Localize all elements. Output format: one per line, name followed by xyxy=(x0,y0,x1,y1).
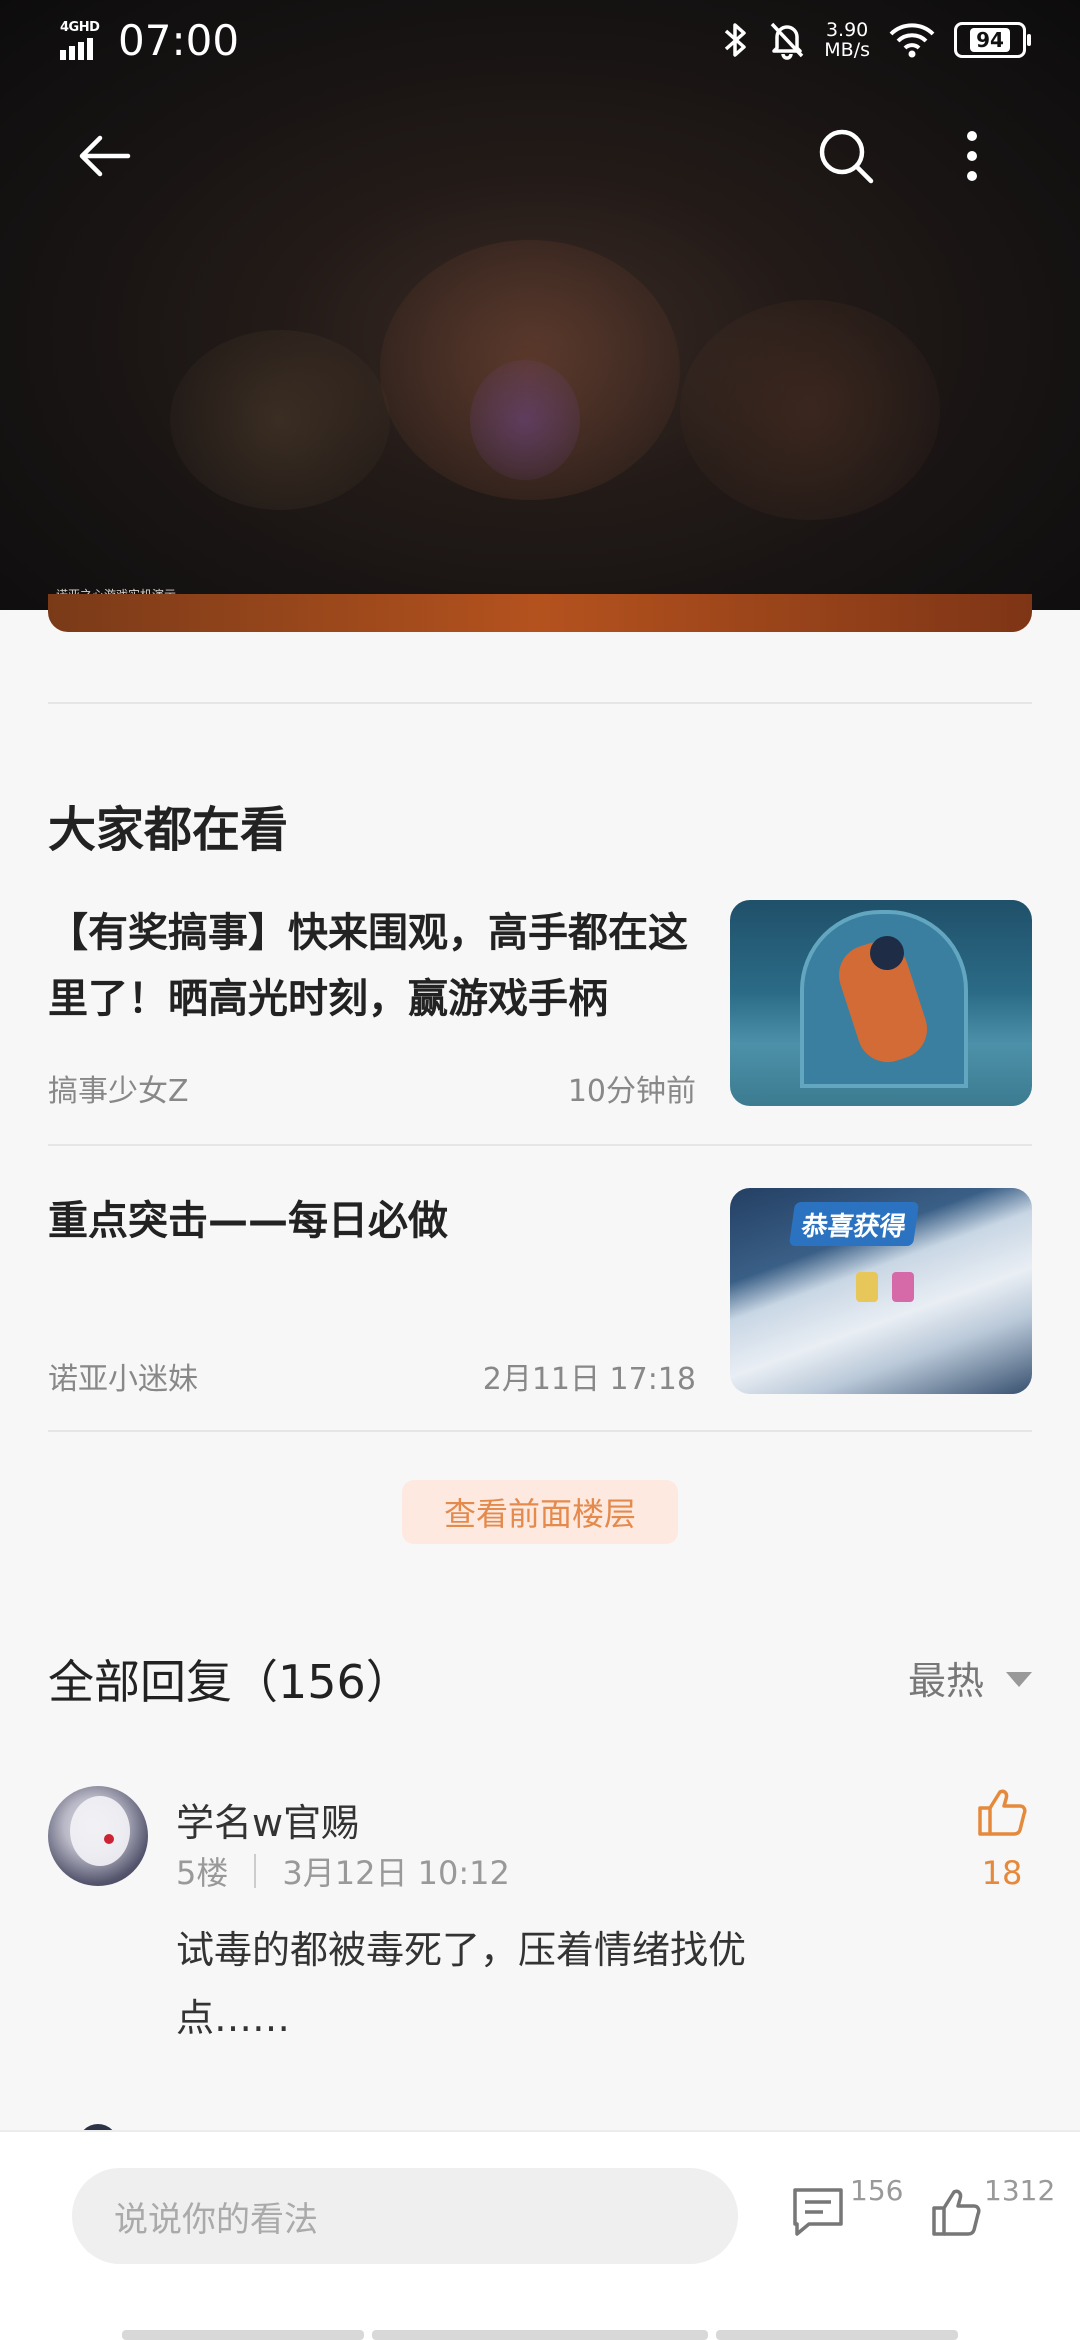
article-thumbnail xyxy=(730,900,1032,1106)
meta-separator xyxy=(254,1854,257,1888)
search-button[interactable] xyxy=(816,126,876,186)
comment-author[interactable]: 学名w官赐 xyxy=(176,1792,359,1847)
network-indicator: 4GHD xyxy=(60,20,106,60)
wifi-icon xyxy=(889,23,935,58)
comment-floor: 5楼 xyxy=(176,1854,229,1892)
article-title: 重点突击——每日必做 xyxy=(48,1198,448,1244)
avatar[interactable] xyxy=(48,1786,148,1886)
status-bar: 4GHD 07:00 3.90 MB/s 94 xyxy=(0,0,1080,84)
triangle-down-icon xyxy=(1006,1672,1032,1687)
comment-time: 3月12日 10:12 xyxy=(282,1854,510,1892)
article-time: 10分钟前 xyxy=(567,1074,696,1109)
like-button[interactable] xyxy=(926,2182,986,2242)
more-button[interactable] xyxy=(942,126,1002,186)
article-card[interactable]: 重点突击——每日必做 诺亚小迷妹 2月11日 17:18 恭喜获得 xyxy=(48,1188,1032,1398)
thumbs-up-icon xyxy=(978,1789,1027,1836)
article-title: 【有奖搞事】快来围观，高手都在这里了！晒高光时刻，赢游戏手柄 xyxy=(48,910,688,1022)
thumbs-up-icon xyxy=(932,2189,981,2236)
divider xyxy=(48,1144,1032,1146)
article-thumbnail: 恭喜获得 xyxy=(730,1188,1032,1394)
search-icon xyxy=(819,129,874,184)
section-title: 大家都在看 xyxy=(48,802,289,858)
arrow-left-icon xyxy=(79,135,131,177)
article-author: 搞事少女Z xyxy=(48,1074,189,1109)
network-type: 4GHD xyxy=(60,20,100,35)
comments-button[interactable] xyxy=(788,2182,848,2242)
back-button[interactable] xyxy=(74,126,134,186)
video-player[interactable]: 诺亚之心游戏实机演示 xyxy=(0,0,1080,610)
divider xyxy=(48,1430,1032,1432)
comment-like-count: 18 xyxy=(981,1854,1023,1892)
comment-count: 156 xyxy=(850,2174,904,2207)
comment-meta: 5楼 3月12日 10:12 xyxy=(176,1848,510,1894)
divider xyxy=(48,702,1032,704)
post-detail-page: 诺亚之心游戏实机演示 4GHD 07:00 3.90 MB/s xyxy=(0,0,1080,2340)
comment-like-button[interactable]: 18 xyxy=(972,1786,1032,1892)
article-card[interactable]: 【有奖搞事】快来围观，高手都在这里了！晒高光时刻，赢游戏手柄 搞事少女Z 10分… xyxy=(48,900,1032,1110)
thumbnail-banner-text: 恭喜获得 xyxy=(788,1202,920,1246)
mute-bell-icon xyxy=(770,22,804,60)
network-speed: 3.90 MB/s xyxy=(824,19,870,61)
view-previous-floors-button[interactable]: 查看前面楼层 xyxy=(402,1480,678,1544)
status-time: 07:00 xyxy=(118,16,240,65)
comment-icon xyxy=(793,2188,843,2236)
signal-icon xyxy=(60,38,93,60)
sort-label: 最热 xyxy=(907,1659,984,1703)
sort-dropdown[interactable]: 最热 xyxy=(908,1650,1032,1705)
bluetooth-icon xyxy=(725,23,747,57)
comment-text: 试毒的都被毒死了，压着情绪找优点…… xyxy=(176,1928,747,2040)
battery-level: 94 xyxy=(970,28,1010,52)
nav-gesture-bar xyxy=(122,2330,364,2340)
bottom-action-bar: 说说你的看法 156 1312 xyxy=(0,2130,1080,2340)
video-bottom-strip xyxy=(48,594,1032,632)
like-count: 1312 xyxy=(984,2174,1056,2207)
replies-header: 全部回复（156） xyxy=(48,1655,412,1709)
comment-input[interactable]: 说说你的看法 xyxy=(72,2168,738,2264)
nav-gesture-bar xyxy=(372,2330,708,2340)
article-time: 2月11日 17:18 xyxy=(482,1362,696,1397)
article-author: 诺亚小迷妹 xyxy=(48,1362,198,1397)
more-vertical-icon xyxy=(967,131,977,181)
battery-icon: 94 xyxy=(954,22,1031,58)
nav-gesture-bar xyxy=(716,2330,958,2340)
